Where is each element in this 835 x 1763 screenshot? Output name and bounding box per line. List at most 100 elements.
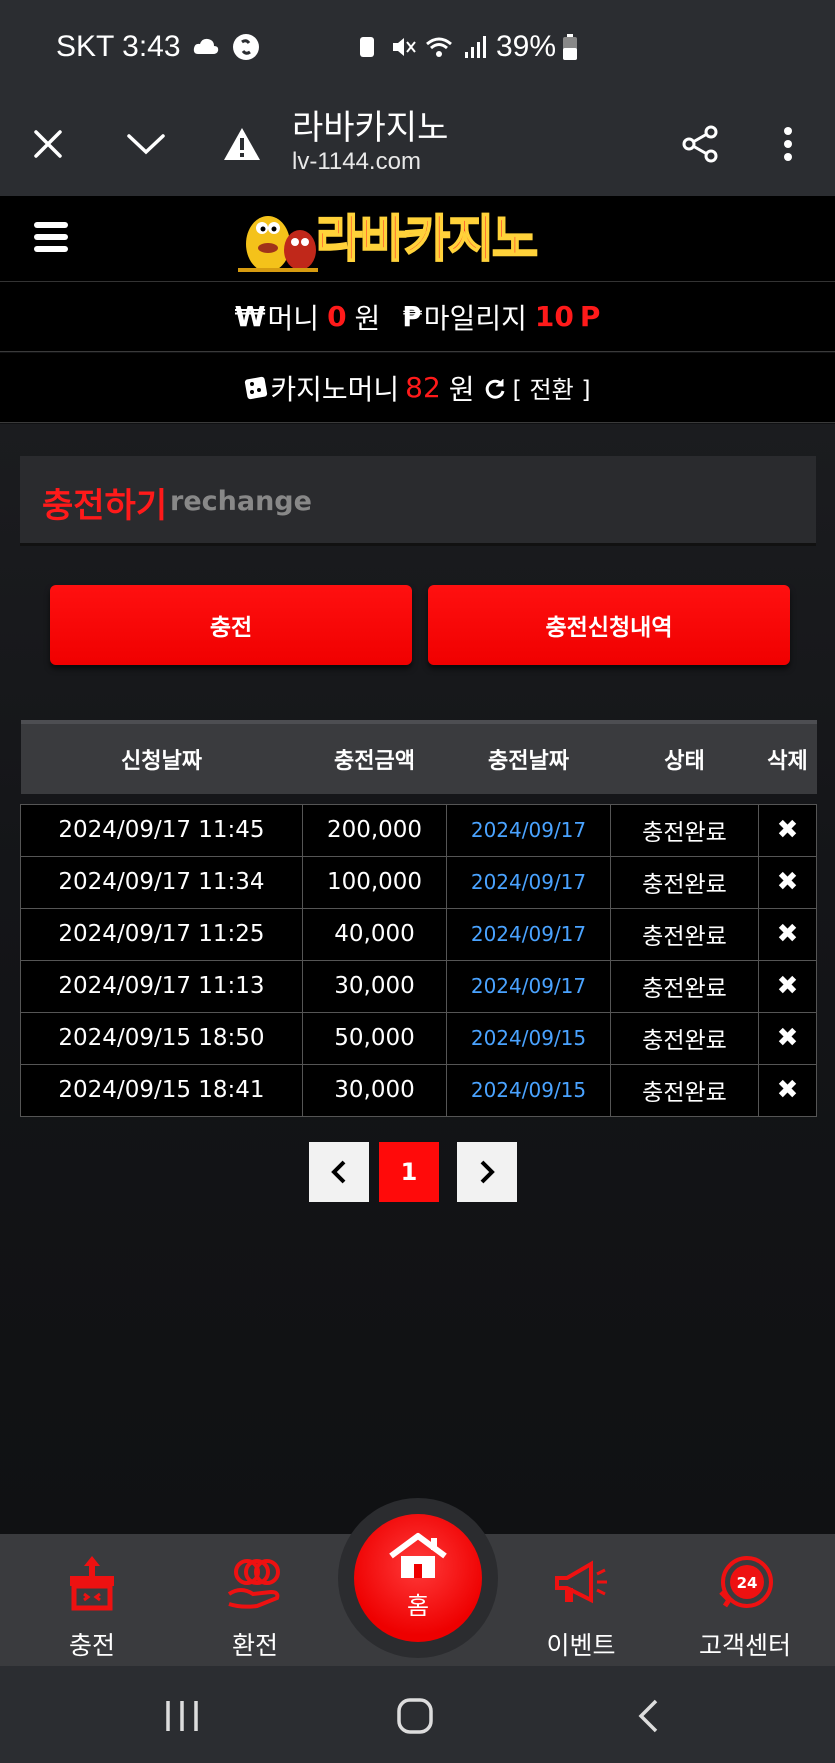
page-title: 라바카지노 [292,109,449,147]
cell-amount: 100,000 [302,855,447,909]
money-value: 0 [327,300,347,333]
prev-page-button[interactable] [309,1142,369,1202]
cell-amount: 200,000 [302,803,447,857]
delete-icon[interactable]: ✖ [758,855,817,909]
cell-status: 충전완료 [610,907,759,961]
warning-icon [224,128,260,160]
delete-icon[interactable]: ✖ [758,907,817,961]
menu-button[interactable] [34,222,68,252]
logo-text: 라바카지노 [315,209,539,269]
mileage-label: 마일리지 [423,301,527,335]
site-logo[interactable]: 라바카지노 [238,204,598,274]
cloud-icon [193,38,218,54]
nav-support[interactable]: 24 고객센터 [680,1534,810,1666]
exchange-icon [227,1559,280,1609]
nav-home[interactable]: 홈 [354,1514,482,1642]
home-system-button[interactable] [385,1686,445,1746]
recent-apps-icon [166,1701,198,1731]
casino-balance-row: 카지노머니 82 원 [ 전환 ] [0,353,835,423]
money-unit: 원 [354,301,381,335]
delete-icon[interactable]: ✖ [758,959,817,1013]
close-tab-button[interactable] [18,114,78,174]
support-24-icon: 24 [719,1556,773,1608]
section-title-ko: 충전하기 [42,486,168,526]
charge-history-table: 신청날짜 충전금액 충전날짜 상태 삭제 2024/09/17 11:45 20… [20,720,817,1117]
mute-icon [393,38,416,56]
nav-home-label: 홈 [406,1592,430,1620]
battery-percent: 39% [496,30,557,63]
nav-event[interactable]: 이벤트 [516,1534,646,1666]
table-row: 2024/09/17 11:13 30,000 2024/09/17 충전완료 … [20,959,817,1013]
money-label: 머니 [267,301,320,335]
page-1-button[interactable]: 1 [379,1142,439,1202]
cell-request-date: 2024/09/17 11:25 [20,907,303,961]
back-button[interactable] [618,1686,678,1746]
cell-charge-date: 2024/09/17 [446,907,611,961]
more-button[interactable] [758,114,818,174]
cell-status: 충전완료 [610,1063,759,1117]
nav-support-label: 고객센터 [698,1631,791,1660]
app-root: SKT 3:43 39% 라바카지노 lv-1144.com 라바카지노 ₩ 머… [0,0,835,1763]
menu-icon [34,222,68,228]
table-row: 2024/09/17 11:34 100,000 2024/09/17 충전완료… [20,855,817,909]
shazam-icon [232,34,259,60]
minimize-button[interactable] [116,114,176,174]
chevron-down-icon [127,134,165,155]
home-square-icon [397,1698,433,1734]
casino-money-label: 카지노머니 [270,372,400,406]
cell-status: 충전완료 [610,959,759,1013]
cell-status: 충전완료 [610,855,759,909]
dice-icon [245,376,268,399]
status-icons: 39% [352,30,578,64]
cell-charge-date: 2024/09/15 [446,1011,611,1065]
recent-apps-button[interactable] [152,1686,212,1746]
more-icon [784,127,792,161]
close-icon [34,130,62,158]
larva-mascot-icon [238,216,318,272]
charge-history-button[interactable]: 충전신청내역 [428,585,790,665]
refresh-icon[interactable] [483,376,507,400]
back-icon [638,1699,658,1733]
browser-bar: 라바카지노 lv-1144.com [0,96,835,196]
delete-icon[interactable]: ✖ [758,1011,817,1065]
url-text[interactable]: lv-1144.com [292,148,421,176]
header-status: 상태 [610,720,759,794]
wifi-icon [426,37,452,57]
battery-icon [563,34,578,60]
recycle-icon [360,37,374,57]
table-header-row: 신청날짜 충전금액 충전날짜 상태 삭제 [20,720,817,794]
balance-row: ₩ 머니 0 원 ₱ 마일리지 10 P [0,282,835,352]
delete-icon[interactable]: ✖ [758,803,817,857]
cell-amount: 30,000 [302,1063,447,1117]
cell-charge-date: 2024/09/17 [446,959,611,1013]
nav-exchange[interactable]: 환전 [190,1534,320,1666]
mileage-unit: P [579,300,601,333]
next-page-button[interactable] [457,1142,517,1202]
nav-charge-label: 충전 [68,1631,115,1660]
won-icon: ₩ [234,300,266,333]
cell-request-date: 2024/09/17 11:13 [20,959,303,1013]
cell-request-date: 2024/09/17 11:45 [20,803,303,857]
share-button[interactable] [670,114,730,174]
cell-amount: 40,000 [302,907,447,961]
delete-icon[interactable]: ✖ [758,1063,817,1117]
security-warning-button[interactable] [212,114,272,174]
signal-icon [465,36,486,58]
cell-request-date: 2024/09/17 11:34 [20,855,303,909]
switch-button[interactable]: [ 전환 ] [513,370,591,405]
nav-charge[interactable]: 충전 [27,1534,157,1666]
status-bar: SKT 3:43 39% [0,0,835,96]
cell-status: 충전완료 [610,803,759,857]
header-request-date: 신청날짜 [20,720,303,794]
peso-icon: ₱ [402,300,422,333]
site-header: 라바카지노 [0,196,835,282]
header-delete: 삭제 [758,720,817,794]
section-header: 충전하기 rechange [20,456,816,546]
megaphone-icon [555,1560,607,1604]
charge-button[interactable]: 충전 [50,585,412,665]
share-icon [682,125,718,163]
table-row: 2024/09/17 11:45 200,000 2024/09/17 충전완료… [20,803,817,857]
charge-icon [70,1556,114,1611]
section-title-en: rechange [170,486,312,517]
chevron-right-icon [480,1160,495,1184]
